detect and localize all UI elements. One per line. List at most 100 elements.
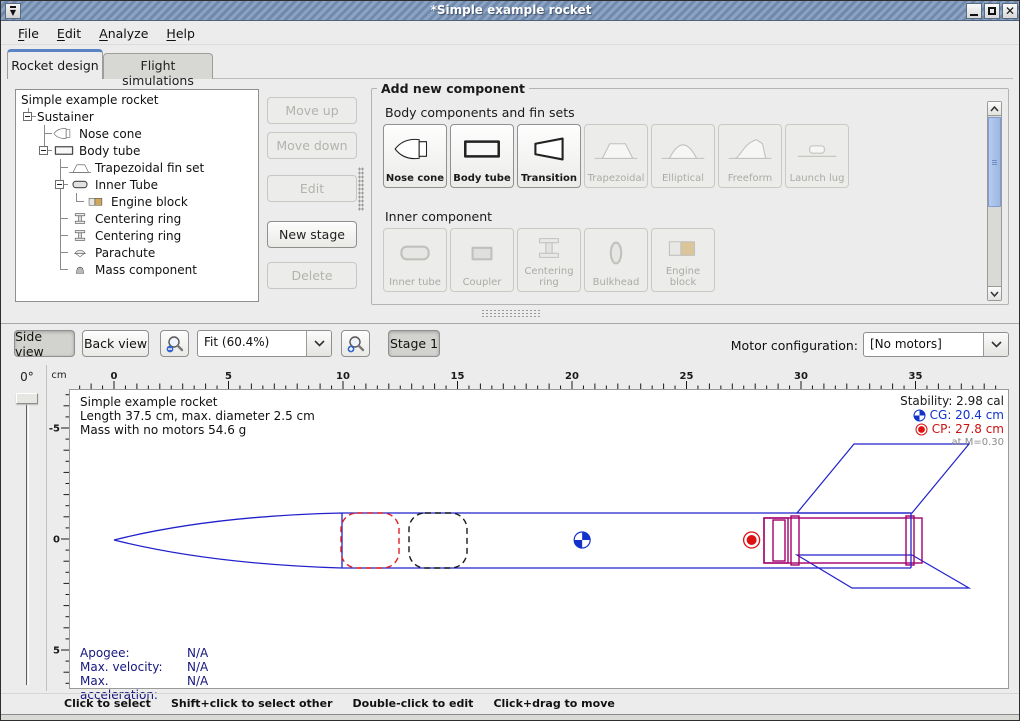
add-launch-lug-button[interactable]: Launch lug [785,124,849,188]
component-tree[interactable]: Simple example rocketSustainerNose coneB… [15,89,259,302]
horizontal-ruler: 05101520253035 [69,369,1009,389]
svg-text:35: 35 [909,371,923,382]
tab-divider [213,78,1013,79]
cp-value: CP: 27.8 cm [932,422,1004,436]
tree-item-mass-component[interactable]: Mass component [16,261,258,278]
tree-item-nose-cone[interactable]: Nose cone [16,125,258,142]
add-elliptical-button[interactable]: Elliptical [651,124,715,188]
minimize-icon [970,14,978,16]
zoom-out-button[interactable] [160,330,189,357]
tree-item-parachute[interactable]: Parachute [16,244,258,261]
motor-configuration-combo[interactable]: [No motors] [863,332,1009,357]
window-frame-bottom [1,714,1020,721]
engine-block-icon [660,233,706,263]
tab-rocket-design[interactable]: Rocket design [7,49,103,79]
back-view-button[interactable]: Back view [82,330,149,357]
svg-text:20: 20 [565,371,579,382]
tree-item-centering-ring[interactable]: Centering ring [16,210,258,227]
tree-item-centering-ring[interactable]: Centering ring [16,227,258,244]
rotation-slider-handle[interactable] [16,393,38,404]
delete-button[interactable]: Delete [267,262,357,289]
tree-item-inner-tube[interactable]: Inner Tube [16,176,258,193]
zoom-level-combo[interactable]: Fit (60.4%) [197,330,332,357]
scroll-down-button[interactable] [988,286,1001,300]
stage-1-toggle[interactable]: Stage 1 [388,330,440,357]
add-transition-button[interactable]: Transition [517,124,581,188]
fin-bottom[interactable] [797,555,969,588]
parachute-outline[interactable] [341,513,399,568]
component-panel-scrollbar[interactable] [987,101,1002,301]
svg-text:0: 0 [53,535,60,546]
magnifier-plus-icon [346,334,366,354]
titlebar[interactable]: ▼ *Simple example rocket ✕ [1,1,1020,21]
centering-ring-icon [526,233,572,263]
zoom-combo-arrow[interactable] [306,331,331,356]
engine-block-icon [84,194,108,209]
fin-top[interactable] [797,444,969,513]
centering-ring-aft[interactable] [906,516,914,565]
rotation-angle-label: 0° [11,370,43,384]
svg-text:-5: -5 [49,424,60,435]
tab-flight-simulations[interactable]: Flight simulations [103,53,213,79]
chevron-down-icon [314,340,325,347]
magnifier-minus-icon [165,334,185,354]
close-button[interactable]: ✕ [1002,3,1018,19]
add-trapezoidal-button[interactable]: Trapezoidal [584,124,648,188]
zoom-in-button[interactable] [341,330,370,357]
tree-item-engine-block[interactable]: Engine block [16,193,258,210]
tree-expander-icon[interactable] [23,112,32,121]
maximize-button[interactable] [984,3,1000,19]
fin-trapezoid-icon [68,160,92,175]
cp-marker [744,532,760,548]
tree-item-body-tube[interactable]: Body tube [16,142,258,159]
menu-file[interactable]: File [9,24,48,43]
inner-tube-icon [392,238,438,268]
body-tube-outline[interactable] [342,513,911,568]
tree-expander-icon[interactable] [55,180,64,189]
menubar: FileEditAnalyzeHelp [1,22,1019,45]
new-stage-button[interactable]: New stage [267,221,357,248]
centering-ring-fore[interactable] [791,516,799,565]
side-view-button[interactable]: Side view [14,330,75,357]
menu-edit[interactable]: Edit [48,24,90,43]
add-freeform-button[interactable]: Freeform [718,124,782,188]
mass-component-outline[interactable] [409,513,467,568]
tree-item-trapezoidal-fin-set[interactable]: Trapezoidal fin set [16,159,258,176]
nose-cone-outline[interactable] [114,513,342,568]
add-coupler-button[interactable]: Coupler [450,228,514,292]
add-bulkhead-button[interactable]: Bulkhead [584,228,648,292]
chevron-down-icon [990,291,999,297]
cg-icon [913,409,926,422]
scroll-up-button[interactable] [988,102,1001,116]
vertical-splitter-handle[interactable] [358,167,364,211]
maximize-icon [988,7,996,15]
add-centering-ring-button[interactable]: Centering ring [517,228,581,292]
section-label-0: Body components and fin sets [385,105,575,120]
nose-cone-icon [392,134,438,164]
rocket-canvas[interactable]: Simple example rocket Length 37.5 cm, ma… [69,389,1009,689]
tree-expander-icon[interactable] [39,146,48,155]
menu-analyze[interactable]: Analyze [90,24,157,43]
add-nose-cone-button[interactable]: Nose cone [383,124,447,188]
move-up-button[interactable]: Move up [267,97,357,124]
move-down-button[interactable]: Move down [267,132,357,159]
add-engine-block-button[interactable]: Engine block [651,228,715,292]
centering-ring-icon [68,211,92,226]
menu-help[interactable]: Help [157,24,204,43]
tree-item-simple-example-rocket[interactable]: Simple example rocket [16,91,258,108]
inner-tube-icon [68,177,92,192]
horizontal-splitter-handle[interactable] [481,309,541,317]
cg-marker [574,532,590,548]
svg-text:5: 5 [225,371,232,382]
parachute-icon [68,245,92,260]
motor-combo-arrow[interactable] [983,333,1008,356]
tree-item-sustainer[interactable]: Sustainer [16,108,258,125]
scrollbar-thumb[interactable] [988,117,1001,207]
minimize-button[interactable] [966,3,982,19]
engine-block-inner[interactable] [773,520,785,561]
svg-text:0: 0 [111,371,118,382]
add-body-tube-button[interactable]: Body tube [450,124,514,188]
rotation-slider-track[interactable] [26,403,29,685]
edit-button[interactable]: Edit [267,175,357,202]
add-inner-tube-button[interactable]: Inner tube [383,228,447,292]
